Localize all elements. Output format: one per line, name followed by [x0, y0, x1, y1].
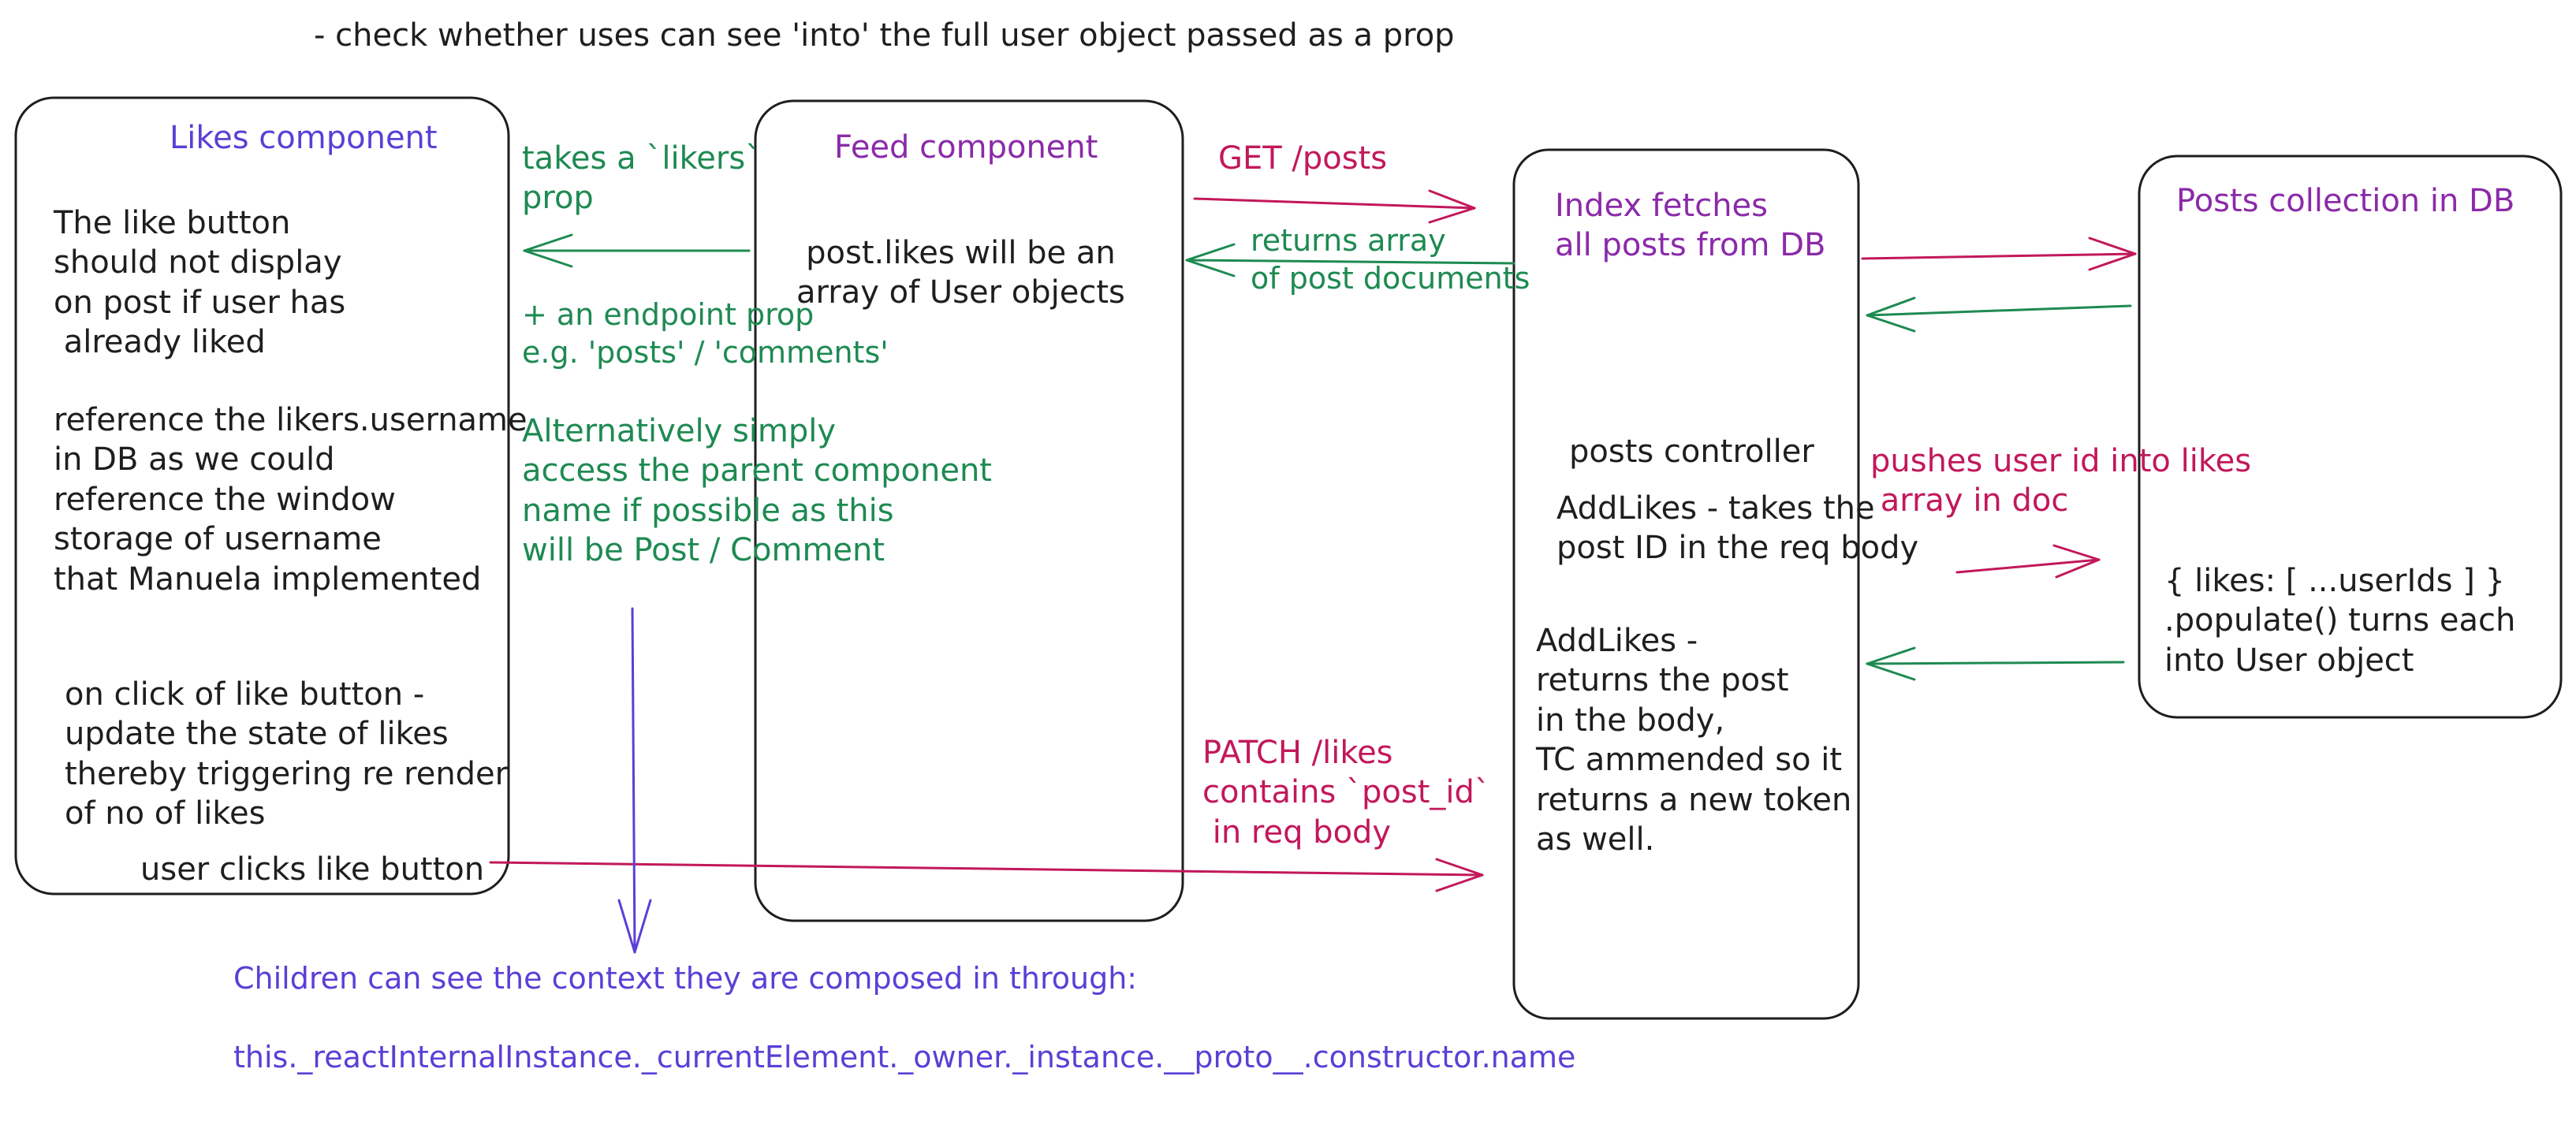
likes-component-title: Likes component	[170, 120, 438, 156]
arrow-db-return	[1866, 296, 2132, 333]
arrow-push-likes	[1955, 544, 2101, 579]
arrow-children-context	[617, 607, 652, 954]
arrow-patch-likes	[489, 858, 1484, 892]
children-context-note: Children can see the context they are co…	[233, 961, 1138, 996]
controller-box	[1512, 148, 1860, 1020]
top-note: - check whether uses can see 'into' the …	[314, 17, 1455, 54]
arrow-likers-prop	[523, 233, 751, 268]
arrow-fetch-db	[1861, 236, 2137, 271]
index-fetches-note: Index fetches all posts from DB	[1555, 188, 1826, 264]
arrow-get-posts	[1193, 189, 1476, 224]
db-collection-title: Posts collection in DB	[2176, 183, 2515, 219]
posts-controller-label: posts controller	[1569, 434, 1814, 470]
likes-reference-note: reference the likers.username in DB as w…	[54, 402, 528, 598]
arrow-populate-return	[1866, 646, 2125, 681]
alternatively-note: Alternatively simply access the parent c…	[522, 413, 992, 569]
returns-array-label: returns array of post documents	[1251, 223, 1530, 296]
likes-click-note: on click of like button - update the sta…	[65, 676, 509, 832]
db-likes-note: { likes: [ ...userIds ] } .populate() tu…	[2164, 563, 2516, 679]
likes-display-note: The like button should not display on po…	[54, 205, 346, 361]
get-posts-label: GET /posts	[1218, 140, 1388, 177]
feed-component-title: Feed component	[834, 129, 1098, 166]
pushes-user-id-note: pushes user id into likes array in doc	[1870, 443, 2252, 519]
addlikes-returns-note: AddLikes - returns the post in the body,…	[1536, 623, 1852, 858]
patch-likes-label: PATCH /likes contains `post_id` in req b…	[1202, 735, 1490, 851]
addlikes-takes-note: AddLikes - takes the post ID in the req …	[1556, 490, 1919, 567]
user-clicks-label: user clicks like button	[140, 851, 485, 888]
children-context-path: this._reactInternalInstance._currentElem…	[233, 1040, 1576, 1074]
likers-prop-note: takes a `likers` prop	[522, 140, 762, 217]
feed-likes-note: post.likes will be an array of User obje…	[796, 235, 1125, 311]
